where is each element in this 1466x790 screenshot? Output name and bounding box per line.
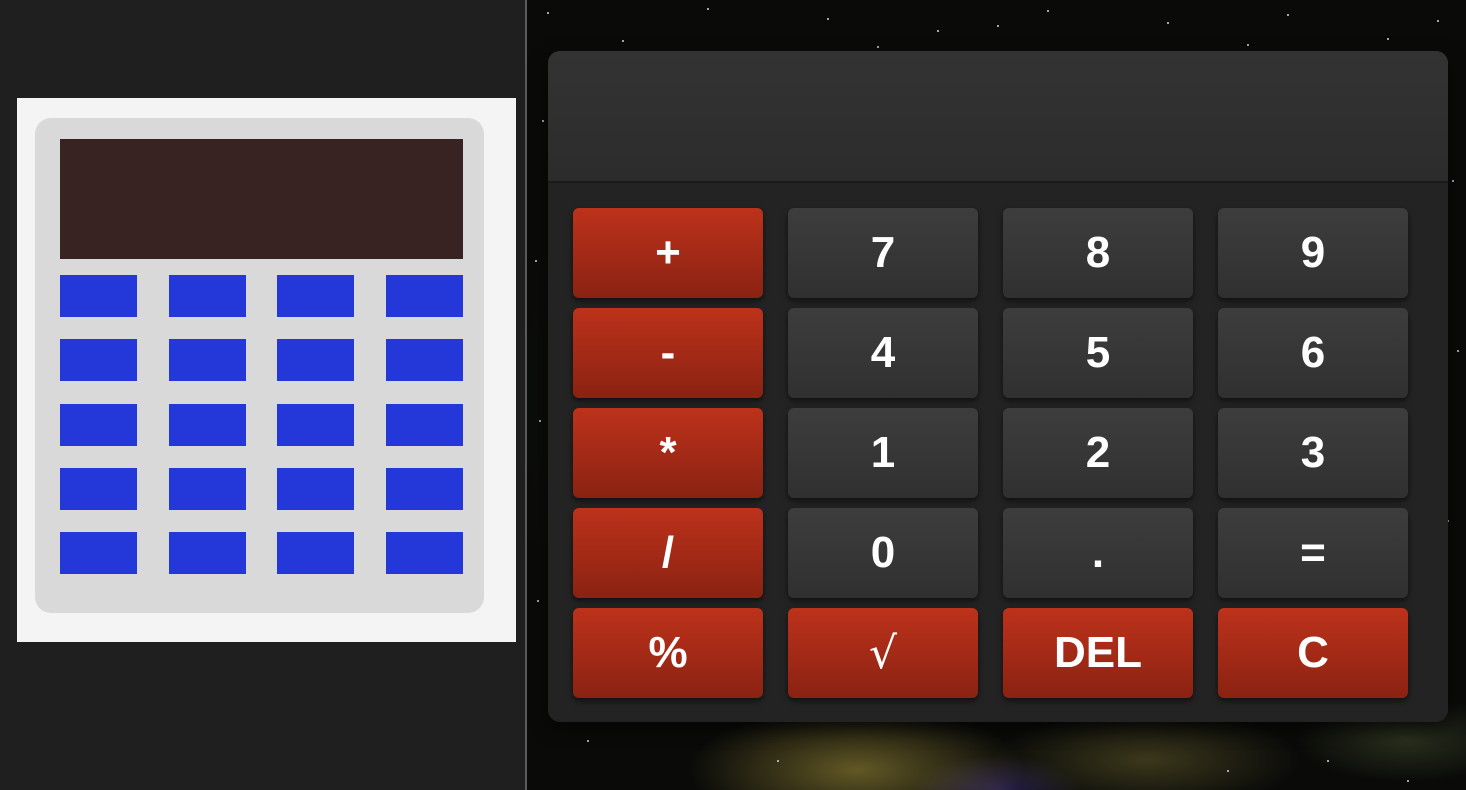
calculator-icon-key [60,468,137,510]
star [1407,780,1409,782]
calculator-icon-key [277,404,354,446]
star [1247,44,1249,46]
calculator-icon-key [386,339,463,381]
star [539,420,541,422]
calculator-icon-key [169,275,246,317]
calculator-icon-key [60,339,137,381]
star [622,40,624,42]
star [827,18,829,20]
digit-8-button[interactable]: 8 [1003,208,1193,298]
star [707,8,709,10]
calculator-display [548,51,1448,183]
star [1387,38,1389,40]
calculator-icon-key [60,532,137,574]
star [777,760,779,762]
add-button[interactable]: + [573,208,763,298]
star [1327,760,1329,762]
calculator-icon-key [386,404,463,446]
calculator-icon-key [386,532,463,574]
digit-2-button[interactable]: 2 [1003,408,1193,498]
calculator-icon-key [386,275,463,317]
star [877,46,879,48]
calculator-icon-key [169,404,246,446]
digit-7-button[interactable]: 7 [788,208,978,298]
star [1457,350,1459,352]
star [535,260,537,262]
star [587,740,589,742]
calculator-icon-body [35,118,484,613]
calculator-icon-key [277,532,354,574]
square-root-button[interactable]: √ [788,608,978,698]
calculator-icon-screen [60,139,463,259]
calculator-icon-key [169,339,246,381]
star [1287,14,1289,16]
star [937,30,939,32]
calculator-icon-key [386,468,463,510]
star [542,120,544,122]
calculator-icon-key [60,404,137,446]
star [997,25,999,27]
star [1437,20,1439,22]
digit-5-button[interactable]: 5 [1003,308,1193,398]
delete-button[interactable]: DEL [1003,608,1193,698]
subtract-button[interactable]: - [573,308,763,398]
decimal-point-button[interactable]: . [1003,508,1193,598]
divide-button[interactable]: / [573,508,763,598]
calculator-icon-key [277,275,354,317]
square-root-label: √ [868,627,898,679]
calculator-icon-key [169,468,246,510]
equals-button[interactable]: = [1218,508,1408,598]
calculator: + 7 8 9 - 4 5 6 * 1 2 3 / 0 . = % √ DEL … [548,51,1448,722]
star [1452,180,1454,182]
digit-1-button[interactable]: 1 [788,408,978,498]
digit-9-button[interactable]: 9 [1218,208,1408,298]
digit-4-button[interactable]: 4 [788,308,978,398]
calculator-icon [17,98,516,642]
calculator-icon-key [277,468,354,510]
digit-0-button[interactable]: 0 [788,508,978,598]
digit-3-button[interactable]: 3 [1218,408,1408,498]
preview-pane [0,0,525,790]
calculator-icon-key [277,339,354,381]
digit-6-button[interactable]: 6 [1218,308,1408,398]
star [1167,22,1169,24]
star [1227,770,1229,772]
multiply-button[interactable]: * [573,408,763,498]
star [547,12,549,14]
calculator-icon-key [169,532,246,574]
star [1047,10,1049,12]
star [537,600,539,602]
clear-button[interactable]: C [1218,608,1408,698]
calculator-icon-key [60,275,137,317]
percent-button[interactable]: % [573,608,763,698]
